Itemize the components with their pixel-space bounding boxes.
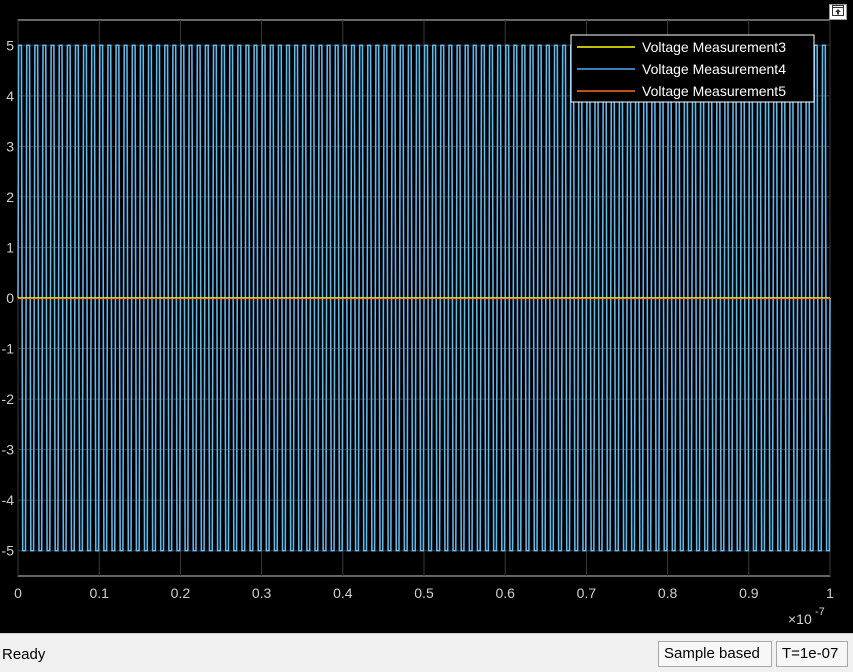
- x-tick-label: 0.9: [739, 585, 759, 601]
- legend[interactable]: Voltage Measurement3 Voltage Measurement4…: [570, 34, 815, 103]
- scope-window: 0 0.1 0.2 0.3 0.4 0.5 0.6 0.7 0.8 0.9 1 5 4 3 2 1 0 -1 -2 -…: [0, 0, 853, 633]
- undock-button[interactable]: [829, 4, 847, 20]
- scope-plot[interactable]: 0 0.1 0.2 0.3 0.4 0.5 0.6 0.7 0.8 0.9 1 5 4 3 2 1 0 -1 -2 -…: [0, 0, 853, 633]
- x-tick-label: 0.4: [333, 585, 353, 601]
- status-bar: Ready Sample based T=1e-07: [0, 633, 853, 672]
- x-tick-label: 0.2: [171, 585, 191, 601]
- y-tick-label: -5: [2, 543, 15, 559]
- undock-icon: [832, 3, 844, 21]
- y-tick-label: 4: [6, 88, 14, 104]
- x-tick-label: 0.1: [89, 585, 109, 601]
- x-tick-label: 1: [826, 585, 834, 601]
- legend-label-3: Voltage Measurement5: [642, 83, 786, 99]
- y-tick-label: 3: [6, 138, 14, 154]
- legend-label-1: Voltage Measurement3: [642, 39, 786, 55]
- x-tick-label: 0.8: [658, 585, 678, 601]
- sample-mode-indicator: Sample based: [658, 641, 772, 667]
- x-tick-label: 0.3: [252, 585, 272, 601]
- y-tick-label: 0: [6, 290, 14, 306]
- y-tick-label: 2: [6, 189, 14, 205]
- status-text: Ready: [2, 646, 46, 663]
- time-step-indicator: T=1e-07: [776, 641, 848, 667]
- x-tick-label: 0: [14, 585, 22, 601]
- y-tick-label: -1: [2, 341, 15, 357]
- y-tick-label: -3: [2, 442, 15, 458]
- legend-label-2: Voltage Measurement4: [642, 61, 786, 77]
- x-exponent-base: ×10: [788, 611, 812, 627]
- x-tick-label: 0.7: [577, 585, 597, 601]
- x-exponent-power: -7: [815, 606, 825, 618]
- x-tick-label: 0.5: [414, 585, 434, 601]
- y-tick-label: 5: [6, 37, 14, 53]
- y-tick-label: -2: [2, 391, 15, 407]
- x-tick-label: 0.6: [495, 585, 515, 601]
- series-layer: [17, 44, 831, 552]
- y-tick-label: -4: [2, 492, 15, 508]
- y-tick-label: 1: [6, 239, 14, 255]
